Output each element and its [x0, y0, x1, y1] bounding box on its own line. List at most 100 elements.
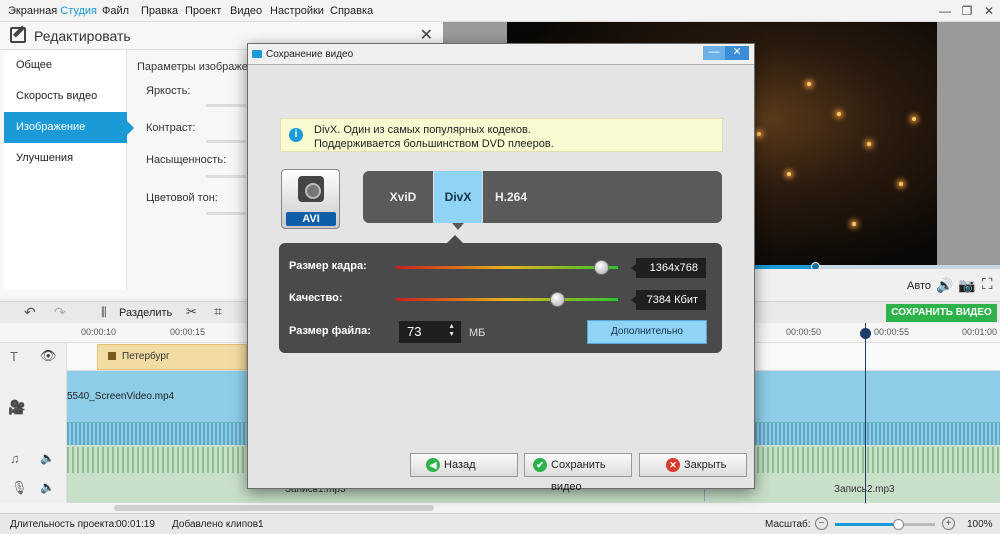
video-clip-label: 5540_ScreenVideo.mp4	[67, 391, 175, 402]
file-size-label: Размер файла:	[289, 325, 371, 337]
volume-icon[interactable]: 🔊	[936, 277, 953, 294]
maximize-icon[interactable]: ❐	[956, 2, 978, 20]
title-clip[interactable]: Петербург	[97, 344, 247, 370]
save-button-label: Сохранить видео	[551, 459, 606, 493]
crop-icon[interactable]: ⌗	[214, 303, 222, 320]
frame-size-label: Размер кадра:	[289, 260, 367, 272]
video-camera-icon: 🎥	[8, 399, 26, 415]
pencil-icon	[10, 27, 26, 43]
fullscreen-icon[interactable]: ⛶	[982, 276, 993, 293]
microphone-icon: 🎙	[11, 480, 28, 495]
frame-size-slider[interactable]	[396, 266, 618, 269]
title-track-header: T 👁	[0, 343, 67, 371]
save-video-dialog-button[interactable]: ✔ Сохранить видео	[524, 453, 632, 493]
duration-label: Длительность проекта:	[10, 519, 117, 530]
codec-divx[interactable]: DivX	[433, 171, 483, 223]
menu-help[interactable]: Справка	[330, 5, 373, 17]
frame-size-value: 1364x768	[631, 258, 706, 278]
ruler-tick: 00:01:00	[962, 327, 998, 337]
volume-icon[interactable]: 🔈	[40, 480, 55, 494]
split-button[interactable]: Разделить	[119, 307, 172, 319]
close-panel-icon[interactable]: ✕	[420, 25, 433, 45]
encoding-settings-panel: Размер кадра: 1364x768 Качество: 7384 Кб…	[279, 235, 722, 353]
param-brightness-label: Яркость:	[146, 85, 191, 97]
ruler-tick: 00:00:15	[170, 327, 206, 337]
redo-icon[interactable]: ↷	[54, 304, 66, 321]
edit-panel-title: Редактировать	[34, 28, 131, 44]
nav-item-general[interactable]: Общее	[4, 50, 127, 81]
brightness-slider[interactable]	[206, 104, 246, 107]
back-arrow-icon: ◀	[426, 458, 440, 472]
param-saturation-label: Насыщенность:	[146, 154, 227, 166]
dialog-minimize-icon[interactable]: —	[703, 46, 725, 60]
stepper-arrows-icon[interactable]: ▲ ▼	[448, 323, 455, 339]
undo-icon[interactable]: ↶	[24, 304, 36, 321]
file-size-stepper[interactable]: 73 ▲ ▼	[399, 321, 461, 343]
frame-size-handle[interactable]	[594, 260, 610, 275]
menu-edit[interactable]: Правка	[141, 5, 178, 17]
dialog-close-icon[interactable]: ✕	[725, 46, 749, 60]
auto-label[interactable]: Авто	[907, 280, 931, 292]
nav-item-speed[interactable]: Скорость видео	[4, 81, 127, 112]
quality-value: 7384 Кбит	[631, 290, 706, 310]
minimize-icon[interactable]: —	[934, 2, 956, 20]
checkmark-icon: ✔	[533, 458, 547, 472]
quality-slider[interactable]	[396, 298, 618, 301]
codec-selector: XviD DivX H.264	[363, 171, 722, 223]
scissors-icon[interactable]: ✂	[186, 304, 197, 320]
zoom-out-icon[interactable]: −	[815, 517, 828, 530]
zoom-value: 100%	[967, 519, 993, 530]
close-icon[interactable]: ✕	[978, 2, 1000, 20]
title-clip-icon	[108, 352, 116, 360]
saturation-slider[interactable]	[206, 175, 246, 178]
video-track-header: 🎥	[0, 371, 67, 445]
text-icon: T	[10, 349, 18, 364]
codec-xvid[interactable]: XviD	[377, 171, 429, 223]
ruler-tick: 00:00:10	[81, 327, 117, 337]
save-video-dialog: Сохранение видео — ✕ i DivX. Один из сам…	[247, 43, 755, 493]
hue-slider[interactable]	[206, 212, 246, 215]
zoom-handle[interactable]	[893, 519, 904, 530]
contrast-slider[interactable]	[206, 140, 246, 143]
format-avi-tile[interactable]: AVI	[281, 169, 340, 229]
playhead[interactable]	[860, 323, 871, 503]
section-title: Параметры изображе	[137, 61, 248, 73]
menu-settings[interactable]: Настройки	[270, 5, 324, 17]
menu-video[interactable]: Видео	[230, 5, 262, 17]
file-size-value: 73	[407, 324, 422, 339]
param-hue-label: Цветовой тон:	[146, 192, 218, 204]
status-bar: Длительность проекта: 00:01:19 Добавлено…	[0, 513, 1000, 534]
camera-icon[interactable]: 📷	[958, 277, 975, 294]
app-title-accent: Студия	[60, 5, 98, 17]
title-bar: Экранная Студия Файл Правка Проект Видео…	[0, 0, 1000, 22]
zoom-in-icon[interactable]: +	[942, 517, 955, 530]
save-video-button[interactable]: СОХРАНИТЬ ВИДЕО	[886, 304, 997, 322]
volume-icon[interactable]: 🔈	[40, 451, 55, 465]
nav-item-improvements[interactable]: Улучшения	[4, 143, 127, 174]
split-icon[interactable]: ⫼	[101, 305, 107, 320]
info-line-1: DivX. Один из самых популярных кодеков.	[314, 124, 531, 136]
quality-handle[interactable]	[550, 292, 566, 307]
advanced-button[interactable]: Дополнительно	[587, 320, 707, 344]
timeline-scrollbar[interactable]	[0, 503, 1000, 513]
back-button[interactable]: ◀ Назад	[410, 453, 518, 477]
dialog-footer: ◀ Назад ✔ Сохранить видео ✕ Закрыть	[248, 453, 754, 493]
param-contrast-label: Контраст:	[146, 122, 196, 134]
menu-file[interactable]: Файл	[102, 5, 129, 17]
clips-label: Добавлено клипов:	[172, 519, 261, 530]
timeline-scroll-thumb[interactable]	[114, 505, 434, 511]
music-note-icon: ♫	[10, 451, 20, 466]
format-label: AVI	[286, 212, 336, 226]
codec-h264[interactable]: H.264	[487, 171, 535, 223]
title-clip-label: Петербург	[122, 351, 170, 362]
nav-item-image[interactable]: Изображение	[4, 112, 134, 143]
edit-nav: Общее Скорость видео Изображение Улучшен…	[4, 50, 134, 290]
zoom-slider[interactable]	[835, 519, 935, 530]
audio-track-1-header: ♫ 🔈	[0, 445, 67, 475]
audio-track-2-header: 🎙 🔈	[0, 475, 67, 503]
eye-icon[interactable]: 👁	[40, 348, 57, 364]
close-button[interactable]: ✕ Закрыть	[639, 453, 747, 477]
clips-value: 1	[258, 519, 264, 530]
menu-project[interactable]: Проект	[185, 5, 221, 17]
zoom-fill	[835, 523, 899, 526]
